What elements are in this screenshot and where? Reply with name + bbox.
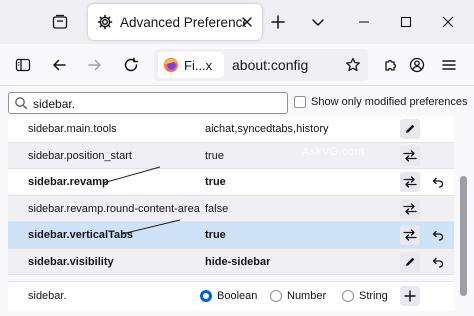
reset-icon bbox=[432, 229, 444, 241]
account-button[interactable] bbox=[404, 52, 430, 78]
preference-value: false bbox=[205, 202, 229, 215]
arrow-right-icon bbox=[88, 59, 101, 71]
firefox-view-icon bbox=[52, 14, 68, 29]
arrow-left-icon bbox=[53, 59, 66, 71]
reset-icon bbox=[432, 256, 444, 268]
toggle-icon bbox=[403, 202, 417, 215]
sidebar-button[interactable] bbox=[10, 52, 36, 78]
preference-value: true bbox=[205, 176, 226, 188]
preference-row[interactable]: sidebar.visibility hide-sidebar bbox=[8, 248, 454, 275]
show-modified-toggle[interactable]: Show only modified preferences bbox=[294, 96, 468, 108]
chevron-down-icon bbox=[312, 19, 324, 26]
number-radio[interactable] bbox=[270, 290, 282, 302]
maximize-icon bbox=[400, 16, 412, 28]
navigation-toolbar: Fi...x about:config bbox=[0, 44, 474, 86]
preference-name: sidebar.position_start bbox=[28, 149, 132, 162]
close-window-button[interactable] bbox=[436, 10, 460, 34]
preference-value: aichat,syncedtabs,history bbox=[205, 123, 329, 135]
preference-name: sidebar.main.tools bbox=[28, 123, 117, 135]
identity-label: Fi...x bbox=[184, 57, 213, 73]
minimize-button[interactable] bbox=[352, 10, 376, 34]
new-preference-name: sidebar. bbox=[28, 290, 67, 302]
preference-name: sidebar.revamp bbox=[28, 176, 109, 188]
string-radio[interactable] bbox=[342, 290, 354, 302]
reset-button[interactable] bbox=[428, 172, 448, 192]
plus-icon bbox=[271, 15, 285, 29]
scroll-thumb[interactable] bbox=[460, 176, 467, 296]
reset-icon bbox=[432, 176, 444, 188]
add-preference-button[interactable] bbox=[400, 286, 420, 306]
type-option-boolean[interactable]: Boolean bbox=[200, 290, 257, 302]
puzzle-icon bbox=[385, 59, 397, 71]
search-icon bbox=[14, 96, 28, 110]
toggle-button[interactable] bbox=[400, 225, 420, 245]
type-label: Number bbox=[287, 290, 327, 302]
bookmark-button[interactable] bbox=[342, 54, 364, 76]
reset-button[interactable] bbox=[428, 252, 448, 272]
back-button[interactable] bbox=[46, 52, 72, 78]
preference-row[interactable]: sidebar.position_start true bbox=[8, 142, 454, 169]
type-option-string[interactable]: String bbox=[342, 290, 388, 302]
list-all-tabs-button[interactable] bbox=[306, 10, 330, 34]
toggle-icon bbox=[403, 176, 417, 188]
url-text[interactable]: about:config bbox=[232, 57, 308, 73]
show-modified-label: Show only modified preferences bbox=[311, 96, 468, 108]
edit-button[interactable] bbox=[400, 119, 420, 139]
minimize-icon bbox=[359, 21, 369, 23]
toggle-button[interactable] bbox=[400, 198, 420, 219]
scrollbar[interactable] bbox=[456, 116, 470, 312]
preference-row[interactable]: sidebar.main.tools aichat,syncedtabs,hist… bbox=[8, 116, 454, 143]
firefox-view-button[interactable] bbox=[48, 10, 72, 34]
close-icon bbox=[442, 16, 454, 28]
preference-name: sidebar.revamp.round-content-area bbox=[28, 202, 200, 215]
edit-icon bbox=[404, 256, 416, 268]
reload-icon bbox=[124, 57, 139, 72]
show-modified-checkbox[interactable] bbox=[294, 96, 306, 108]
preferences-table: sidebar.main.tools aichat,syncedtabs,hist… bbox=[8, 116, 454, 275]
toggle-icon bbox=[403, 149, 417, 162]
preference-value: hide-sidebar bbox=[205, 255, 271, 268]
close-tab-icon[interactable] bbox=[238, 13, 256, 31]
type-option-number[interactable]: Number bbox=[270, 290, 326, 302]
boolean-radio[interactable] bbox=[200, 290, 212, 302]
tab-advanced-preferences[interactable]: Advanced Preferences bbox=[88, 4, 262, 40]
url-bar[interactable]: Fi...x about:config bbox=[154, 49, 368, 81]
edit-button[interactable] bbox=[400, 251, 420, 272]
type-label: Boolean bbox=[217, 290, 258, 302]
about-config-page: sidebar. Show only modified preferences … bbox=[0, 86, 474, 316]
gear-icon bbox=[96, 13, 114, 31]
watermark-text: AskVG.com bbox=[302, 146, 365, 158]
identity-box[interactable]: Fi...x bbox=[158, 52, 224, 78]
preference-row[interactable]: sidebar.verticalTabs true bbox=[8, 222, 454, 249]
reset-button[interactable] bbox=[428, 225, 448, 245]
toggle-icon bbox=[403, 229, 417, 241]
preference-name: sidebar.verticalTabs bbox=[28, 229, 133, 241]
edit-icon bbox=[404, 123, 416, 135]
reload-button[interactable] bbox=[118, 52, 144, 78]
account-icon bbox=[409, 57, 425, 73]
maximize-button[interactable] bbox=[394, 10, 418, 34]
search-value: sidebar. bbox=[33, 97, 76, 111]
star-icon bbox=[346, 57, 360, 72]
hamburger-icon bbox=[442, 60, 456, 70]
preference-row[interactable]: sidebar.revamp true bbox=[8, 169, 454, 196]
preference-value: true bbox=[205, 229, 226, 241]
preference-value: true bbox=[205, 149, 224, 162]
sidebar-icon bbox=[15, 58, 31, 72]
toggle-button[interactable] bbox=[400, 145, 420, 166]
preference-name: sidebar.visibility bbox=[28, 255, 114, 268]
type-label: String bbox=[359, 290, 388, 302]
preference-search-input[interactable]: sidebar. bbox=[8, 92, 288, 114]
tab-strip: Advanced Preferences bbox=[0, 0, 474, 44]
new-tab-button[interactable] bbox=[266, 10, 290, 34]
forward-button[interactable] bbox=[82, 52, 108, 78]
toggle-button[interactable] bbox=[400, 172, 420, 192]
tab-title: Advanced Preferences bbox=[120, 14, 246, 30]
extensions-button[interactable] bbox=[378, 52, 404, 78]
plus-icon bbox=[404, 290, 416, 302]
firefox-logo-icon bbox=[164, 58, 178, 72]
preference-row[interactable]: sidebar.revamp.round-content-area false bbox=[8, 195, 454, 222]
menu-button[interactable] bbox=[436, 52, 462, 78]
new-preference-row: sidebar. Boolean Number String bbox=[8, 281, 454, 311]
